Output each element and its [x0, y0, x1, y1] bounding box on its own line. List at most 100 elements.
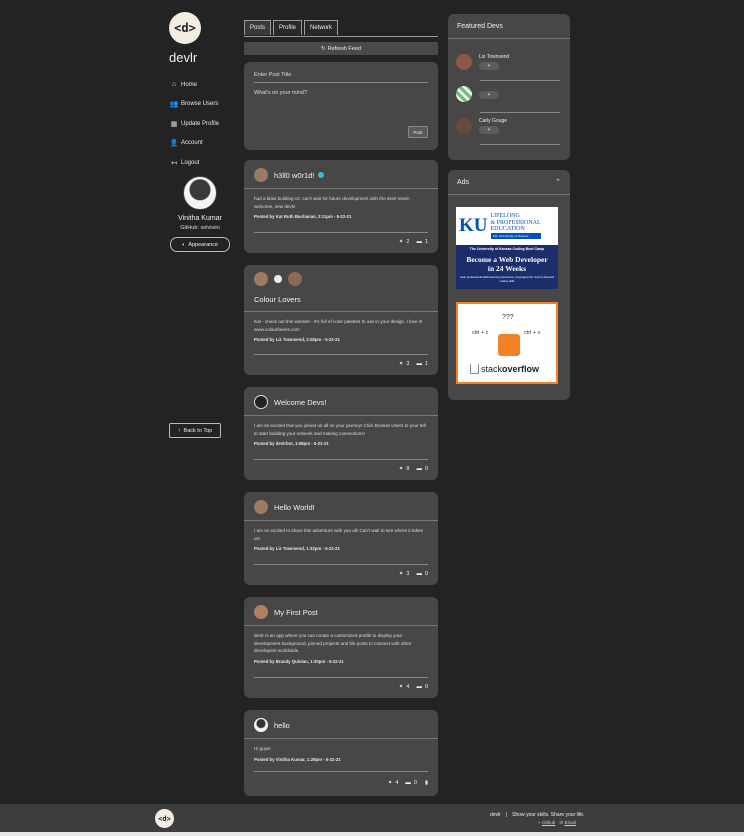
post-card: hello Hi guys! Posted by Vinitha Kumar, …	[244, 710, 438, 796]
avatar[interactable]	[254, 395, 268, 409]
sparkle-icon[interactable]: ✦	[399, 361, 404, 367]
like-count: 4	[395, 780, 399, 786]
nav-label: Home	[181, 81, 198, 88]
appearance-button[interactable]: ◐ Appearance	[170, 237, 230, 252]
post-body-input[interactable]: What's on your mind?	[254, 90, 307, 96]
comment-icon[interactable]: ▬	[405, 780, 411, 786]
profile-card: Vinitha Kumar GitHub: selvivini ◐ Appeara…	[169, 176, 231, 252]
comment-count: 0	[413, 780, 417, 786]
comment-icon[interactable]: ▬	[416, 239, 422, 245]
ku-ad[interactable]: KU LIFELONG & PROFESSIONAL EDUCATION The…	[456, 207, 558, 289]
ads-panel: Ads ⌃ KU LIFELONG & PROFESSIONAL EDUCATIO…	[448, 170, 570, 400]
emoji-icon	[318, 172, 325, 178]
post-meta: Posted by Brandy Quinlan, 1:30pm - 5-22-…	[254, 658, 344, 664]
ad-text: ctrl + v	[524, 330, 541, 336]
avatar[interactable]	[254, 168, 268, 182]
nav-update-profile[interactable]: ▦ Update Profile	[169, 114, 241, 134]
avatar[interactable]	[456, 54, 472, 70]
avatar[interactable]	[456, 86, 472, 102]
chevron-up-icon[interactable]: ⌃	[555, 178, 561, 186]
sparkle-icon[interactable]: ✦	[399, 684, 404, 690]
refresh-label: Refresh Feed	[327, 45, 361, 52]
so-brand: overflow	[502, 364, 540, 374]
ku-logo: KU	[459, 215, 488, 236]
comment-icon[interactable]: ▬	[416, 684, 422, 690]
avatar[interactable]	[254, 272, 268, 286]
ku-headline: in 24 Weeks	[487, 264, 527, 273]
nav-label: Account	[181, 140, 203, 147]
add-friend-button[interactable]: +	[479, 126, 499, 134]
trash-icon[interactable]: ▮	[425, 780, 428, 786]
post-title: hello	[274, 720, 290, 730]
post-body: had a blast building v2, can't wait for …	[254, 196, 410, 209]
post-meta: Posted by devlrbot, 1:58pm - 5-22-21	[254, 441, 329, 446]
stackoverflow-ad[interactable]: ??? ctrl + c ctrl + v stack overflow	[456, 302, 558, 384]
appearance-label: Appearance	[188, 241, 218, 248]
nav-home[interactable]: ⌂ Home	[169, 75, 241, 95]
refresh-feed-button[interactable]: ↻ Refresh Feed	[244, 42, 438, 55]
stackoverflow-icon	[470, 364, 479, 374]
post-title: Hello World!	[274, 502, 315, 512]
sparkle-icon[interactable]: ✦	[388, 780, 393, 786]
comment-count: 0	[424, 466, 428, 472]
comment-icon[interactable]: ▬	[416, 571, 422, 577]
email-link[interactable]: Email	[565, 820, 576, 825]
nav-logout[interactable]: ↤ Logout	[169, 153, 241, 173]
avatar[interactable]	[456, 118, 472, 134]
github-link[interactable]: Github	[542, 820, 555, 825]
person-icon	[498, 334, 520, 356]
profile-name: Vinitha Kumar	[178, 215, 222, 222]
arrow-up-icon: ↑	[177, 427, 181, 434]
tab-network[interactable]: Network	[304, 20, 339, 35]
comment-icon[interactable]: ▬	[416, 361, 422, 367]
featured-devs-panel: Featured Devs Liz Townsend + + Carly Goug…	[448, 14, 570, 160]
post-meta: Posted by Vinitha Kumar, 1:29pm - 5-22-2…	[254, 756, 341, 762]
comment-count: 1	[424, 239, 428, 245]
avatar[interactable]	[288, 272, 302, 286]
post-button[interactable]: Post	[408, 126, 428, 138]
nav-label: Update Profile	[181, 120, 220, 127]
dashboard-icon: ▦	[170, 120, 178, 128]
tab-profile[interactable]: Profile	[273, 20, 303, 35]
post-title: Welcome Devs!	[274, 397, 327, 407]
footer-logo[interactable]: <d>	[155, 809, 174, 828]
nav-label: Browse Users	[181, 101, 219, 108]
comment-icon[interactable]: ▬	[416, 466, 422, 472]
post-body: I am so excited to share this adventure …	[254, 528, 423, 541]
so-brand: stack	[481, 364, 503, 374]
feed-tabs: Posts Profile Network	[244, 20, 438, 37]
post-body: I am so excited that you joined us all o…	[254, 423, 427, 436]
avatar[interactable]	[254, 718, 268, 732]
avatar	[183, 176, 217, 210]
like-count: 8	[406, 466, 410, 472]
sidebar-nav: ⌂ Home 👥 Browse Users ▦ Update Profile 👤 Acc…	[169, 75, 241, 173]
sparkle-icon[interactable]: ✦	[399, 466, 404, 472]
post-card: Hello World! I am so excited to share th…	[244, 492, 438, 585]
add-friend-button[interactable]: +	[479, 62, 499, 70]
sparkle-icon[interactable]: ✦	[399, 239, 404, 245]
logo[interactable]: <d>	[169, 12, 201, 44]
post-title: h3ll0 w0r1d!	[274, 170, 315, 180]
post-body: Kat - check out this website - it's full…	[254, 319, 423, 332]
post-title: My First Post	[274, 607, 318, 617]
sparkle-icon[interactable]: ✦	[399, 571, 404, 577]
back-to-top-button[interactable]: ↑ Back to Top	[169, 423, 221, 438]
post-body: devlr is an app where you can create a c…	[254, 633, 412, 653]
post-meta: Posted by Kat Ruth Buchanan, 3:11pm - 5-…	[254, 214, 352, 219]
ku-sub: Gain professional skills learning experi…	[460, 275, 554, 283]
back-to-top-label: Back to Top	[183, 427, 213, 434]
post-card: Colour Lovers Kat - check out this websi…	[244, 265, 438, 375]
nav-browse-users[interactable]: 👥 Browse Users	[169, 95, 241, 115]
palette-icon: ◐	[182, 241, 186, 248]
add-friend-button[interactable]: +	[479, 91, 499, 99]
post-meta: Posted by Liz Townsend, 1:32pm - 5-22-21	[254, 546, 340, 551]
post-title-input[interactable]: Enter Post Title	[254, 72, 428, 83]
like-count: 2	[406, 239, 410, 245]
tab-posts[interactable]: Posts	[244, 20, 272, 35]
avatar[interactable]	[254, 605, 268, 619]
ku-headline: Become a Web Developer	[466, 255, 548, 264]
profile-github: GitHub: selvivini	[180, 225, 220, 231]
post-card: Welcome Devs! I am so excited that you j…	[244, 387, 438, 480]
avatar[interactable]	[254, 500, 268, 514]
nav-account[interactable]: 👤 Account	[169, 134, 241, 154]
